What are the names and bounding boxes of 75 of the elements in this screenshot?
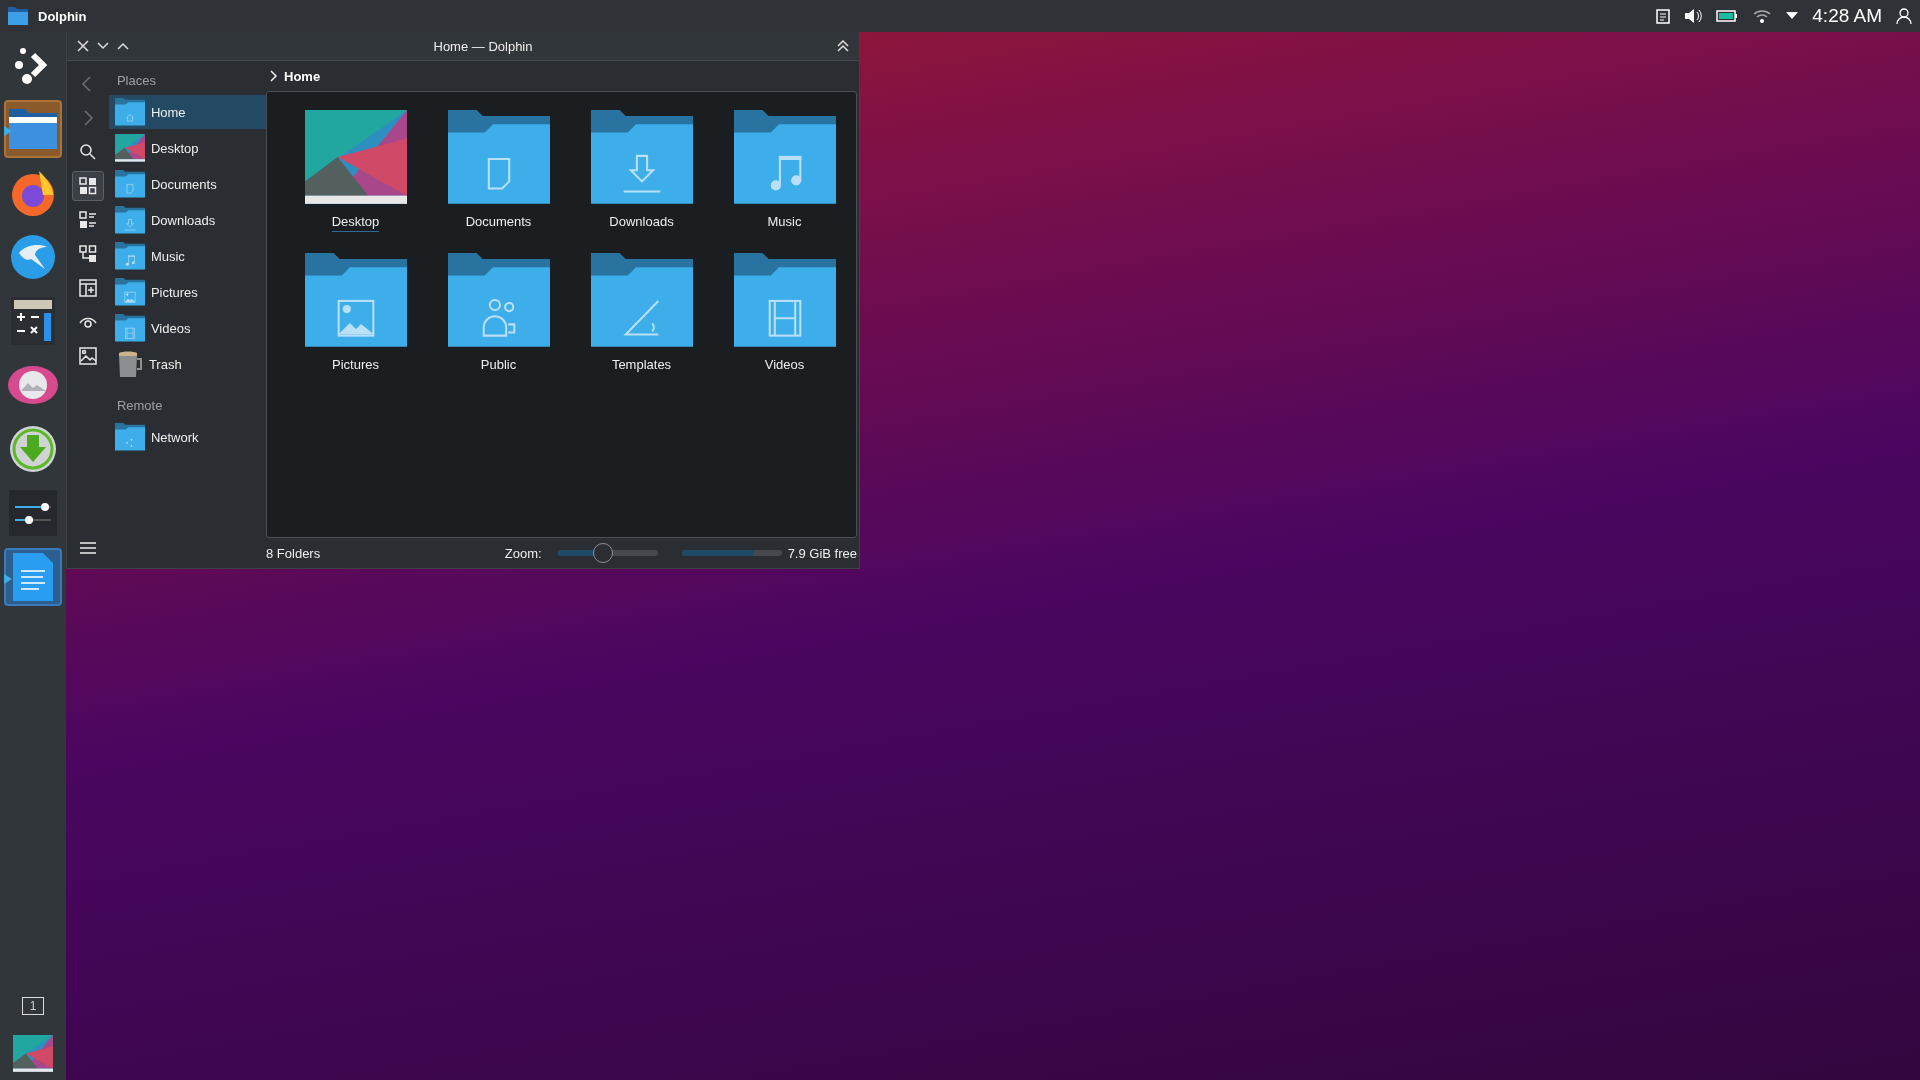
close-icon [77,40,89,52]
free-space-text: 7.9 GiB free [787,545,857,561]
window-title: Home — Dolphin [432,38,534,54]
wifi-icon[interactable] [1752,8,1773,24]
chevron-down-icon [97,42,109,50]
file-name[interactable]: Templates [611,356,672,375]
file-name[interactable]: Music [767,213,802,232]
app-name: Dolphin [38,8,87,24]
file-name[interactable]: Videos [764,356,805,375]
eye-icon [8,365,58,405]
file-name[interactable]: Pictures [332,356,379,375]
desktop-thumbnail-icon [114,134,145,162]
places-item[interactable]: Network [108,420,266,454]
fox-globe-icon [9,169,57,217]
folder-icon [114,170,145,198]
chevron-up-icon [117,42,129,50]
folder-icon [8,7,28,25]
folder-icon [114,278,145,306]
folder-icon [447,253,550,347]
chevron-right-icon [270,70,278,82]
file-name[interactable]: Desktop [331,213,380,232]
toolbar-button[interactable] [71,171,104,201]
desktop-thumbnail-icon [13,1035,53,1072]
indicator-icon [4,126,12,136]
folder-icon [114,423,145,451]
folder-icon [590,253,693,347]
menu-icon [79,542,96,554]
search-icon [78,143,97,161]
places-item[interactable]: Downloads [108,203,266,237]
folder-icon [304,253,407,347]
speaker-icon[interactable] [1684,8,1703,24]
folder-icon [114,314,145,342]
file-name[interactable]: Documents [465,213,532,232]
status-text: 8 Folders [266,545,321,561]
clock[interactable]: 4:28 AM [1812,5,1882,27]
places-item[interactable]: Home [108,95,266,129]
folder-icon [447,110,550,204]
download-arrow-icon [9,425,57,473]
folder-icon [114,98,145,126]
slider-thumb[interactable] [592,543,613,563]
folder-icon [590,110,693,204]
folder-icon [114,206,145,234]
places-item[interactable]: Documents [108,167,266,201]
section-heading: Remote [115,397,164,415]
places-item[interactable]: Videos [108,311,266,345]
places-item[interactable]: Pictures [108,275,266,309]
section-heading: Places [115,72,157,90]
folder-icon [733,253,836,347]
double-chevron-up-icon [837,40,849,52]
places-item[interactable]: Desktop [108,131,266,165]
places-item[interactable]: Music [108,239,266,273]
document-icon [13,553,53,601]
breadcrumb-item[interactable]: Home [284,68,321,84]
folder-icon [733,110,836,204]
dock-item[interactable] [4,100,62,158]
details-view-icon [78,211,97,229]
battery-icon[interactable] [1716,10,1739,22]
folder-icon [9,109,57,149]
sliders-icon [9,490,57,536]
grid-view-icon [78,177,97,195]
file-name[interactable]: Public [480,356,517,375]
tree-view-icon [78,245,97,263]
eye-icon [78,315,97,329]
image-icon [78,347,97,365]
folder-icon [114,242,145,270]
split-panel-icon [78,279,97,297]
zoom-label: Zoom: [504,545,542,561]
desktop-pager[interactable]: 1 [22,997,44,1016]
file-name[interactable]: Downloads [609,213,674,232]
places-item[interactable]: Trash [108,347,266,381]
clipboard-icon[interactable] [1656,8,1671,24]
calculator-icon [11,297,55,345]
user-icon[interactable] [1896,8,1912,24]
expand-arrow-icon[interactable] [1786,12,1799,20]
bird-icon [9,233,57,281]
